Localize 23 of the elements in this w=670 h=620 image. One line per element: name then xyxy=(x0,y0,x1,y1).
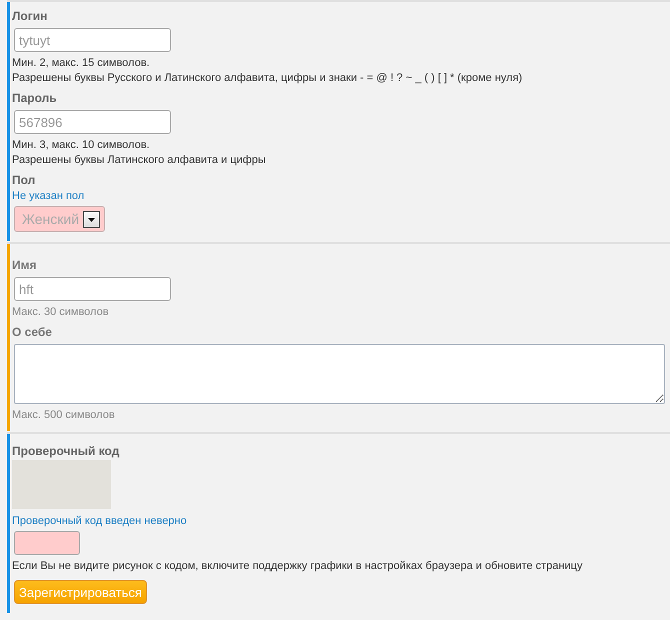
hint-text: Разрешены буквы Латинского алфавита и цифры xyxy=(12,153,266,168)
error-message: Не указан пол xyxy=(12,189,84,204)
hint-text: Разрешены буквы Русского и Латинского алфавита, цифры и знаки - = @ ! ? ~ _ ( ) [ ] * (кроме нуля) xyxy=(12,71,522,86)
field-label: Пол xyxy=(12,172,36,188)
hint-text: Мин. 3, макс. 10 символов. xyxy=(12,138,150,153)
text-input[interactable]: tytuyt xyxy=(14,28,171,52)
hint-text: Макс. 30 символов xyxy=(12,305,109,320)
field-label: О себе xyxy=(12,324,52,340)
text-input[interactable]: hft xyxy=(14,277,171,301)
hint-text: Макс. 500 символов xyxy=(12,408,115,423)
field-label: Логин xyxy=(12,8,48,24)
captcha-input[interactable] xyxy=(14,531,80,555)
caret-icon xyxy=(83,210,100,228)
field-label: Проверочный код xyxy=(12,443,120,459)
register-button[interactable]: Зарегистрироваться xyxy=(14,580,147,604)
field-label: Пароль xyxy=(12,90,57,106)
text-input[interactable]: 567896 xyxy=(14,110,171,134)
textarea-field[interactable] xyxy=(14,344,665,404)
hint-text: Мин. 2, макс. 15 символов. xyxy=(12,56,150,71)
field-label: Имя xyxy=(12,257,37,273)
error-message: Проверочный код введен неверно xyxy=(12,514,187,529)
dropdown-select[interactable]: Женский xyxy=(14,206,106,232)
info-text: Если Вы не видите рисунок с кодом, включите поддержку графики в настройках браузера и обновите страницу xyxy=(12,559,582,574)
